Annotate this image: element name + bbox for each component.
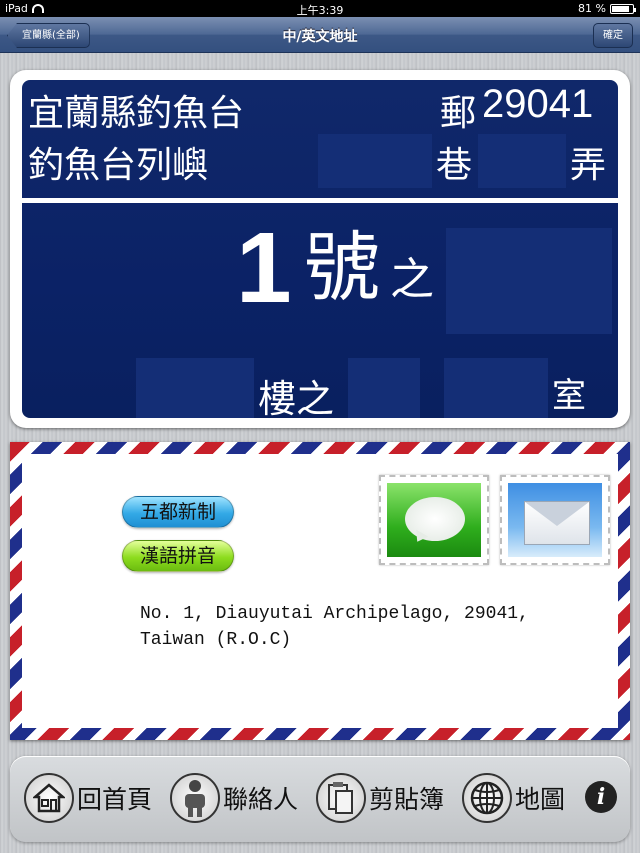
house-icon: [24, 773, 74, 823]
home-button[interactable]: 回首頁: [24, 773, 152, 823]
clipboard-icon: [316, 773, 366, 823]
english-address-line2: Taiwan (R.O.C): [140, 630, 292, 650]
floor-sub-field[interactable]: [348, 358, 420, 418]
page-title: 中/英文地址: [282, 29, 358, 45]
sms-stamp-button[interactable]: [379, 475, 489, 565]
lane-label: 巷: [436, 145, 473, 186]
mail-art: [508, 483, 602, 557]
house-number-text: 1: [236, 212, 292, 324]
speech-bubble-icon: [405, 497, 465, 541]
info-button[interactable]: i: [585, 781, 617, 813]
address-plate-panel: 宜蘭縣釣魚台 郵 29041 釣魚台列嶼 巷 弄 1 號 之 樓之 室: [22, 80, 618, 418]
house-number-unit: 號: [304, 223, 380, 312]
county-town-text: 宜蘭縣釣魚台: [28, 93, 245, 134]
home-label: 回首頁: [77, 785, 153, 814]
floor-field[interactable]: [136, 358, 254, 418]
person-icon: [170, 773, 220, 823]
hanyu-pinyin-button[interactable]: 漢語拼音: [122, 540, 234, 572]
number-sub-label: 之: [390, 254, 434, 305]
battery-icon: [610, 3, 636, 14]
messages-art: [387, 483, 481, 557]
clipboard-label: 剪貼簿: [369, 785, 445, 814]
confirm-button[interactable]: 確定: [593, 23, 633, 48]
english-address-line1: No. 1, Diauyutai Archipelago, 29041,: [140, 604, 529, 624]
postal-code-text: 29041: [482, 82, 594, 126]
village-road-text: 釣魚台列嶼: [28, 145, 209, 186]
room-field[interactable]: [444, 358, 548, 418]
status-right: 81 %: [578, 2, 636, 15]
status-bar: iPad 上午3:39 81 %: [0, 0, 640, 17]
english-address[interactable]: No. 1, Diauyutai Archipelago, 29041, Tai…: [140, 601, 529, 653]
email-stamp-button[interactable]: [500, 475, 610, 565]
battery-percent: 81 %: [578, 2, 606, 15]
five-city-format-button[interactable]: 五都新制: [122, 496, 234, 528]
road-section-field[interactable]: [318, 134, 432, 188]
envelope-icon: [524, 501, 590, 545]
contacts-label: 聯絡人: [223, 785, 299, 814]
number-sub-field[interactable]: [446, 228, 612, 334]
globe-icon: [462, 773, 512, 823]
address-plate: 宜蘭縣釣魚台 郵 29041 釣魚台列嶼 巷 弄 1 號 之 樓之 室: [10, 70, 630, 428]
envelope-body: 五都新制 漢語拼音 No. 1, Diauyutai Archipelago, …: [22, 454, 618, 728]
plate-divider: [22, 198, 618, 203]
contacts-button[interactable]: 聯絡人: [170, 773, 298, 823]
postal-prefix-text: 郵: [440, 93, 477, 134]
floor-label: 樓之: [258, 377, 335, 418]
map-label: 地圖: [515, 785, 566, 814]
alley-label: 弄: [570, 145, 607, 186]
status-time: 上午3:39: [296, 4, 344, 17]
room-label: 室: [552, 376, 586, 416]
navigation-bar: 宜蘭縣(全部) 中/英文地址 確定: [0, 17, 640, 53]
envelope-card: 五都新制 漢語拼音 No. 1, Diauyutai Archipelago, …: [10, 442, 630, 740]
lane-field[interactable]: [478, 134, 566, 188]
bottom-toolbar: 回首頁 聯絡人 剪貼簿 地圖 i: [10, 756, 630, 842]
map-button[interactable]: 地圖: [462, 773, 565, 823]
clipboard-button[interactable]: 剪貼簿: [316, 773, 444, 823]
